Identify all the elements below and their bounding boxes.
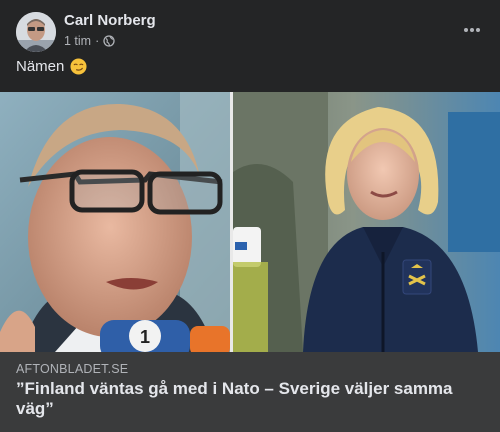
author-name[interactable]: Carl Norberg (64, 12, 156, 29)
photo-man-with-glasses: 1 (0, 92, 230, 352)
photo-woman-in-jacket (233, 92, 500, 352)
post-image[interactable]: 1 (0, 92, 500, 352)
more-options-icon (464, 28, 468, 32)
post-text-content: Nämen (16, 58, 65, 75)
post-text: Nämen (16, 58, 87, 75)
post-meta: 1 tim · (64, 34, 115, 48)
svg-text:1: 1 (140, 327, 150, 347)
post-time[interactable]: 1 tim (64, 34, 91, 48)
more-options-button[interactable] (462, 20, 482, 40)
link-headline[interactable]: ”Finland väntas gå med i Nato – Sverige … (16, 379, 486, 419)
globe-icon[interactable] (103, 35, 115, 47)
link-domain: AFTONBLADET.SE (16, 362, 129, 376)
post-card: Carl Norberg 1 tim · Nämen 1 AFTONBLADET… (0, 0, 500, 432)
smirking-face-emoji (70, 58, 87, 75)
author-avatar[interactable] (16, 12, 56, 52)
link-preview[interactable]: AFTONBLADET.SE ”Finland väntas gå med i … (0, 352, 500, 432)
post-header: Carl Norberg 1 tim · (0, 0, 500, 60)
avatar-image (16, 12, 56, 52)
